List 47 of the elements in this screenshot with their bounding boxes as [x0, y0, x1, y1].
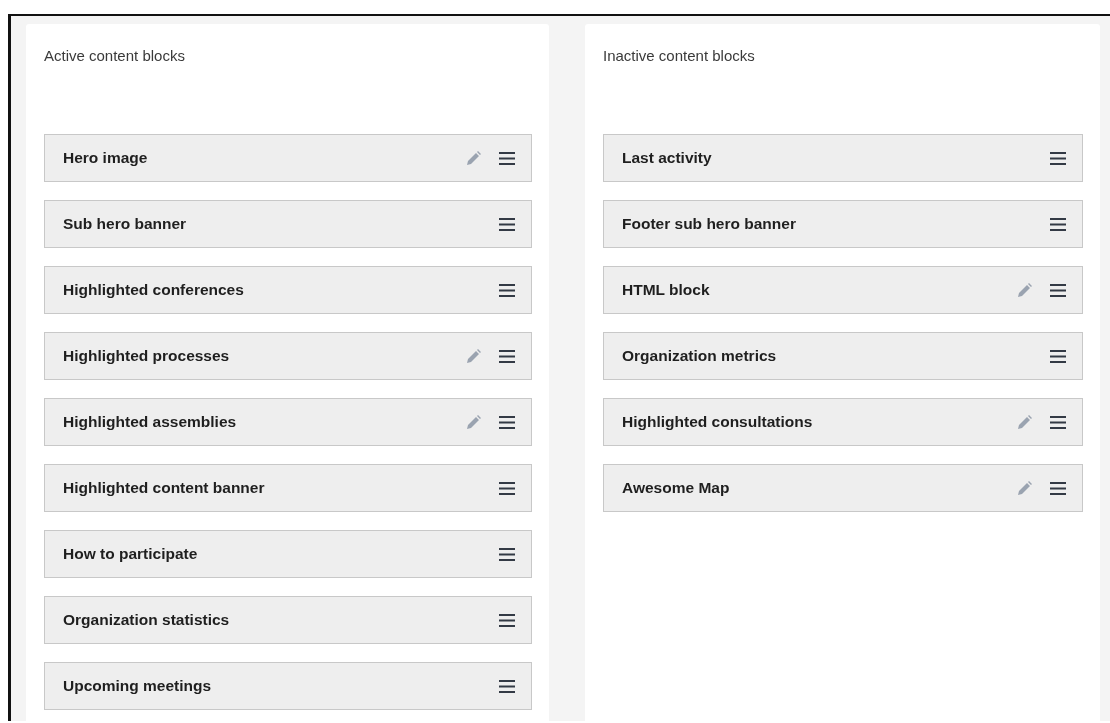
- content-block[interactable]: Highlighted conferences: [44, 266, 532, 314]
- drag-handle-icon[interactable]: [1050, 415, 1066, 429]
- drag-handle-icon[interactable]: [499, 547, 515, 561]
- content-block[interactable]: Sub hero banner: [44, 200, 532, 248]
- content-block[interactable]: HTML block: [603, 266, 1083, 314]
- block-label: Highlighted conferences: [63, 281, 245, 299]
- drag-handle-icon[interactable]: [1050, 151, 1066, 165]
- content-block[interactable]: Highlighted consultations: [603, 398, 1083, 446]
- content-block[interactable]: Organization statistics: [44, 596, 532, 644]
- block-label: Awesome Map: [622, 479, 731, 497]
- block-label: Footer sub hero banner: [622, 215, 797, 233]
- content-block[interactable]: Highlighted content banner: [44, 464, 532, 512]
- content-block[interactable]: Upcoming meetings: [44, 662, 532, 710]
- content-block[interactable]: Footer sub hero banner: [603, 200, 1083, 248]
- drag-handle-icon[interactable]: [1050, 481, 1066, 495]
- drag-handle-icon[interactable]: [1050, 217, 1066, 231]
- content-block[interactable]: Highlighted processes: [44, 332, 532, 380]
- block-label: HTML block: [622, 281, 711, 299]
- block-label: Organization statistics: [63, 611, 231, 629]
- panel-title: Inactive content blocks: [603, 46, 756, 66]
- drag-handle-icon[interactable]: [499, 481, 515, 495]
- block-label: Highlighted content banner: [63, 479, 266, 497]
- block-label: Highlighted consultations: [622, 413, 814, 431]
- content-block[interactable]: Last activity: [603, 134, 1083, 182]
- content-block[interactable]: Awesome Map: [603, 464, 1083, 512]
- drag-handle-icon[interactable]: [1050, 283, 1066, 297]
- drag-handle-icon[interactable]: [499, 283, 515, 297]
- block-label: How to participate: [63, 545, 199, 563]
- panel-title: Active content blocks: [44, 46, 186, 66]
- content-block[interactable]: Highlighted assemblies: [44, 398, 532, 446]
- drag-handle-icon[interactable]: [499, 349, 515, 363]
- drag-handle-icon[interactable]: [499, 415, 515, 429]
- drag-handle-icon[interactable]: [499, 217, 515, 231]
- block-label: Highlighted processes: [63, 347, 231, 365]
- block-label: Highlighted assemblies: [63, 413, 238, 431]
- block-label: Sub hero banner: [63, 215, 188, 233]
- block-label: Organization metrics: [622, 347, 778, 365]
- drag-handle-icon[interactable]: [499, 151, 515, 165]
- drag-handle-icon[interactable]: [499, 679, 515, 693]
- block-label: Last activity: [622, 149, 713, 167]
- drag-handle-icon[interactable]: [499, 613, 515, 627]
- block-label: Upcoming meetings: [63, 677, 213, 695]
- drag-handle-icon[interactable]: [1050, 349, 1066, 363]
- content-block[interactable]: Hero image: [44, 134, 532, 182]
- content-block[interactable]: How to participate: [44, 530, 532, 578]
- content-block[interactable]: Organization metrics: [603, 332, 1083, 380]
- block-label: Hero image: [63, 149, 149, 167]
